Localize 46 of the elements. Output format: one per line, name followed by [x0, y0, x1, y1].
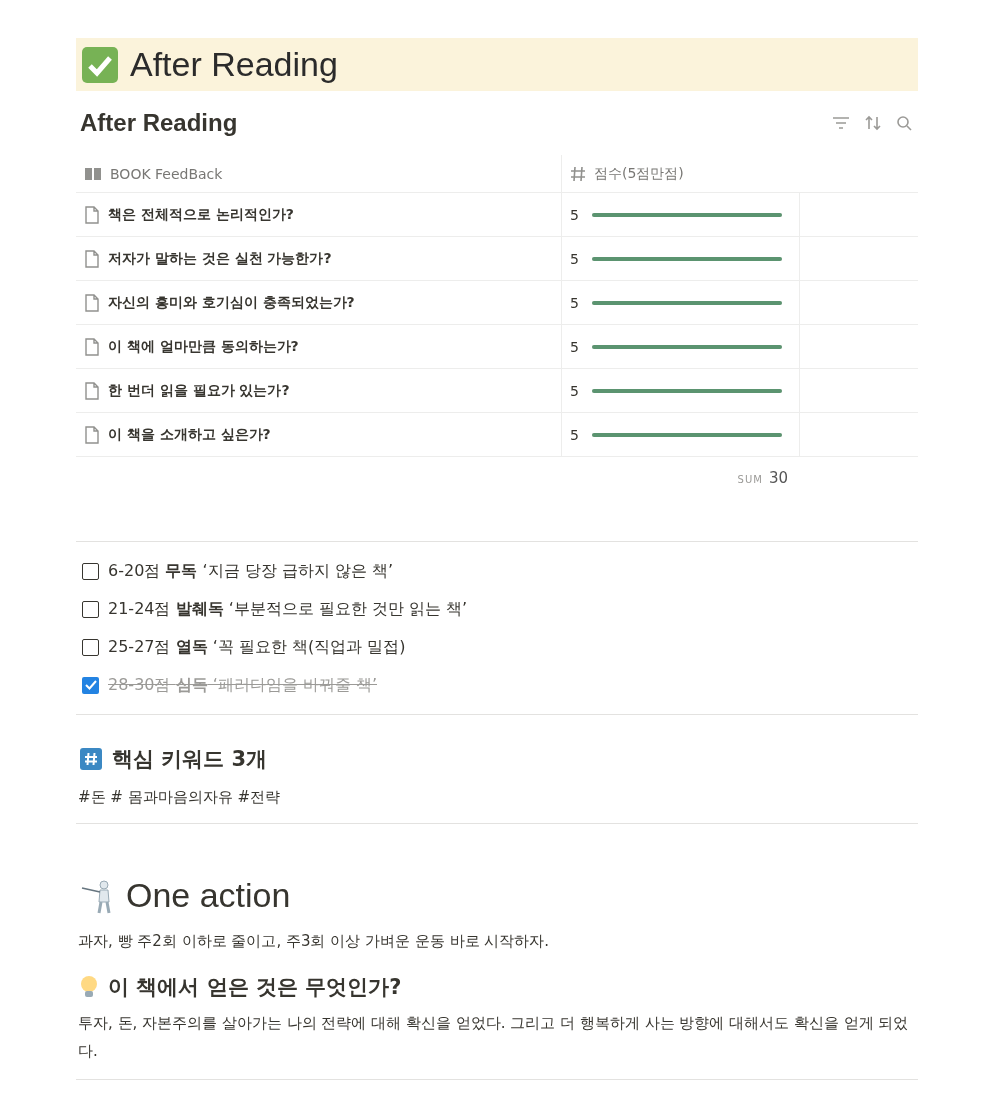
sum-value: 30	[768, 469, 788, 487]
section-heading: One action	[126, 876, 291, 915]
score-value: 5	[570, 382, 580, 399]
search-icon[interactable]	[896, 115, 914, 131]
book-icon	[84, 166, 102, 181]
light-bulb-icon	[80, 975, 98, 999]
keyword-text: #돈 # 몸과마음의자유 #전략	[77, 787, 281, 808]
todo-text: 25-27점 열독 ‘꼭 필요한 책(직업과 밀접)	[108, 636, 406, 658]
page-icon	[84, 381, 100, 400]
score-value: 5	[570, 338, 580, 355]
page-icon	[84, 337, 100, 356]
score-value: 5	[570, 426, 580, 443]
gained-text: 투자, 돈, 자본주의를 살아가는 나의 전략에 대해 확신을 얻었다. 그리고 더 행복하게 사는 방향에 대해서도 확신을 얻게 되었다.	[77, 1013, 910, 1062]
number-icon	[570, 165, 586, 182]
checkbox[interactable]	[82, 676, 99, 694]
hash-icon	[80, 748, 102, 770]
column-header[interactable]: 점수(5점만점)	[594, 164, 684, 183]
row-title[interactable]: 이 책을 소개하고 싶은가?	[108, 425, 271, 444]
page-title: After Reading	[130, 45, 338, 84]
row-title[interactable]: 자신의 흥미와 호기심이 충족되었는가?	[108, 293, 355, 312]
row-title[interactable]: 한 번더 읽을 필요가 있는가?	[108, 381, 290, 400]
score-value: 5	[570, 206, 580, 223]
row-title[interactable]: 저자가 말하는 것은 실천 가능한가?	[108, 249, 332, 268]
todo-text: 6-20점 무독 ‘지금 당장 급하지 않은 책’	[108, 560, 393, 582]
row-title[interactable]: 이 책에 얼마만큼 동의하는가?	[108, 337, 299, 356]
score-value: 5	[570, 250, 580, 267]
section-heading: 핵심 키워드 3개	[112, 746, 268, 773]
todo-text: 21-24점 발췌독 ‘부분적으로 필요한 것만 읽는 책’	[108, 598, 468, 620]
sort-icon[interactable]	[864, 115, 882, 131]
score-value: 5	[570, 294, 580, 311]
page-icon	[84, 205, 100, 224]
checkbox[interactable]	[82, 600, 99, 618]
page-icon	[84, 293, 100, 312]
checkbox[interactable]	[82, 562, 99, 580]
page-icon	[84, 249, 100, 268]
column-header[interactable]: BOOK FeedBack	[110, 165, 223, 182]
check-mark-icon	[82, 46, 118, 83]
action-text: 과자, 빵 주2회 이하로 줄이고, 주3회 이상 가벼운 운동 바로 시작하자.	[77, 931, 551, 952]
filter-icon[interactable]	[832, 115, 850, 131]
row-title[interactable]: 책은 전체적으로 논리적인가?	[108, 205, 294, 224]
database-title: After Reading	[80, 109, 238, 137]
checkbox[interactable]	[82, 638, 99, 656]
sum-label: SUM	[737, 474, 763, 485]
todo-text: 28-30점 심독 ‘패러다임을 바꿔줄 책’	[108, 674, 377, 696]
page-icon	[84, 425, 100, 444]
section-heading: 이 책에서 얻은 것은 무엇인가?	[108, 974, 402, 1001]
